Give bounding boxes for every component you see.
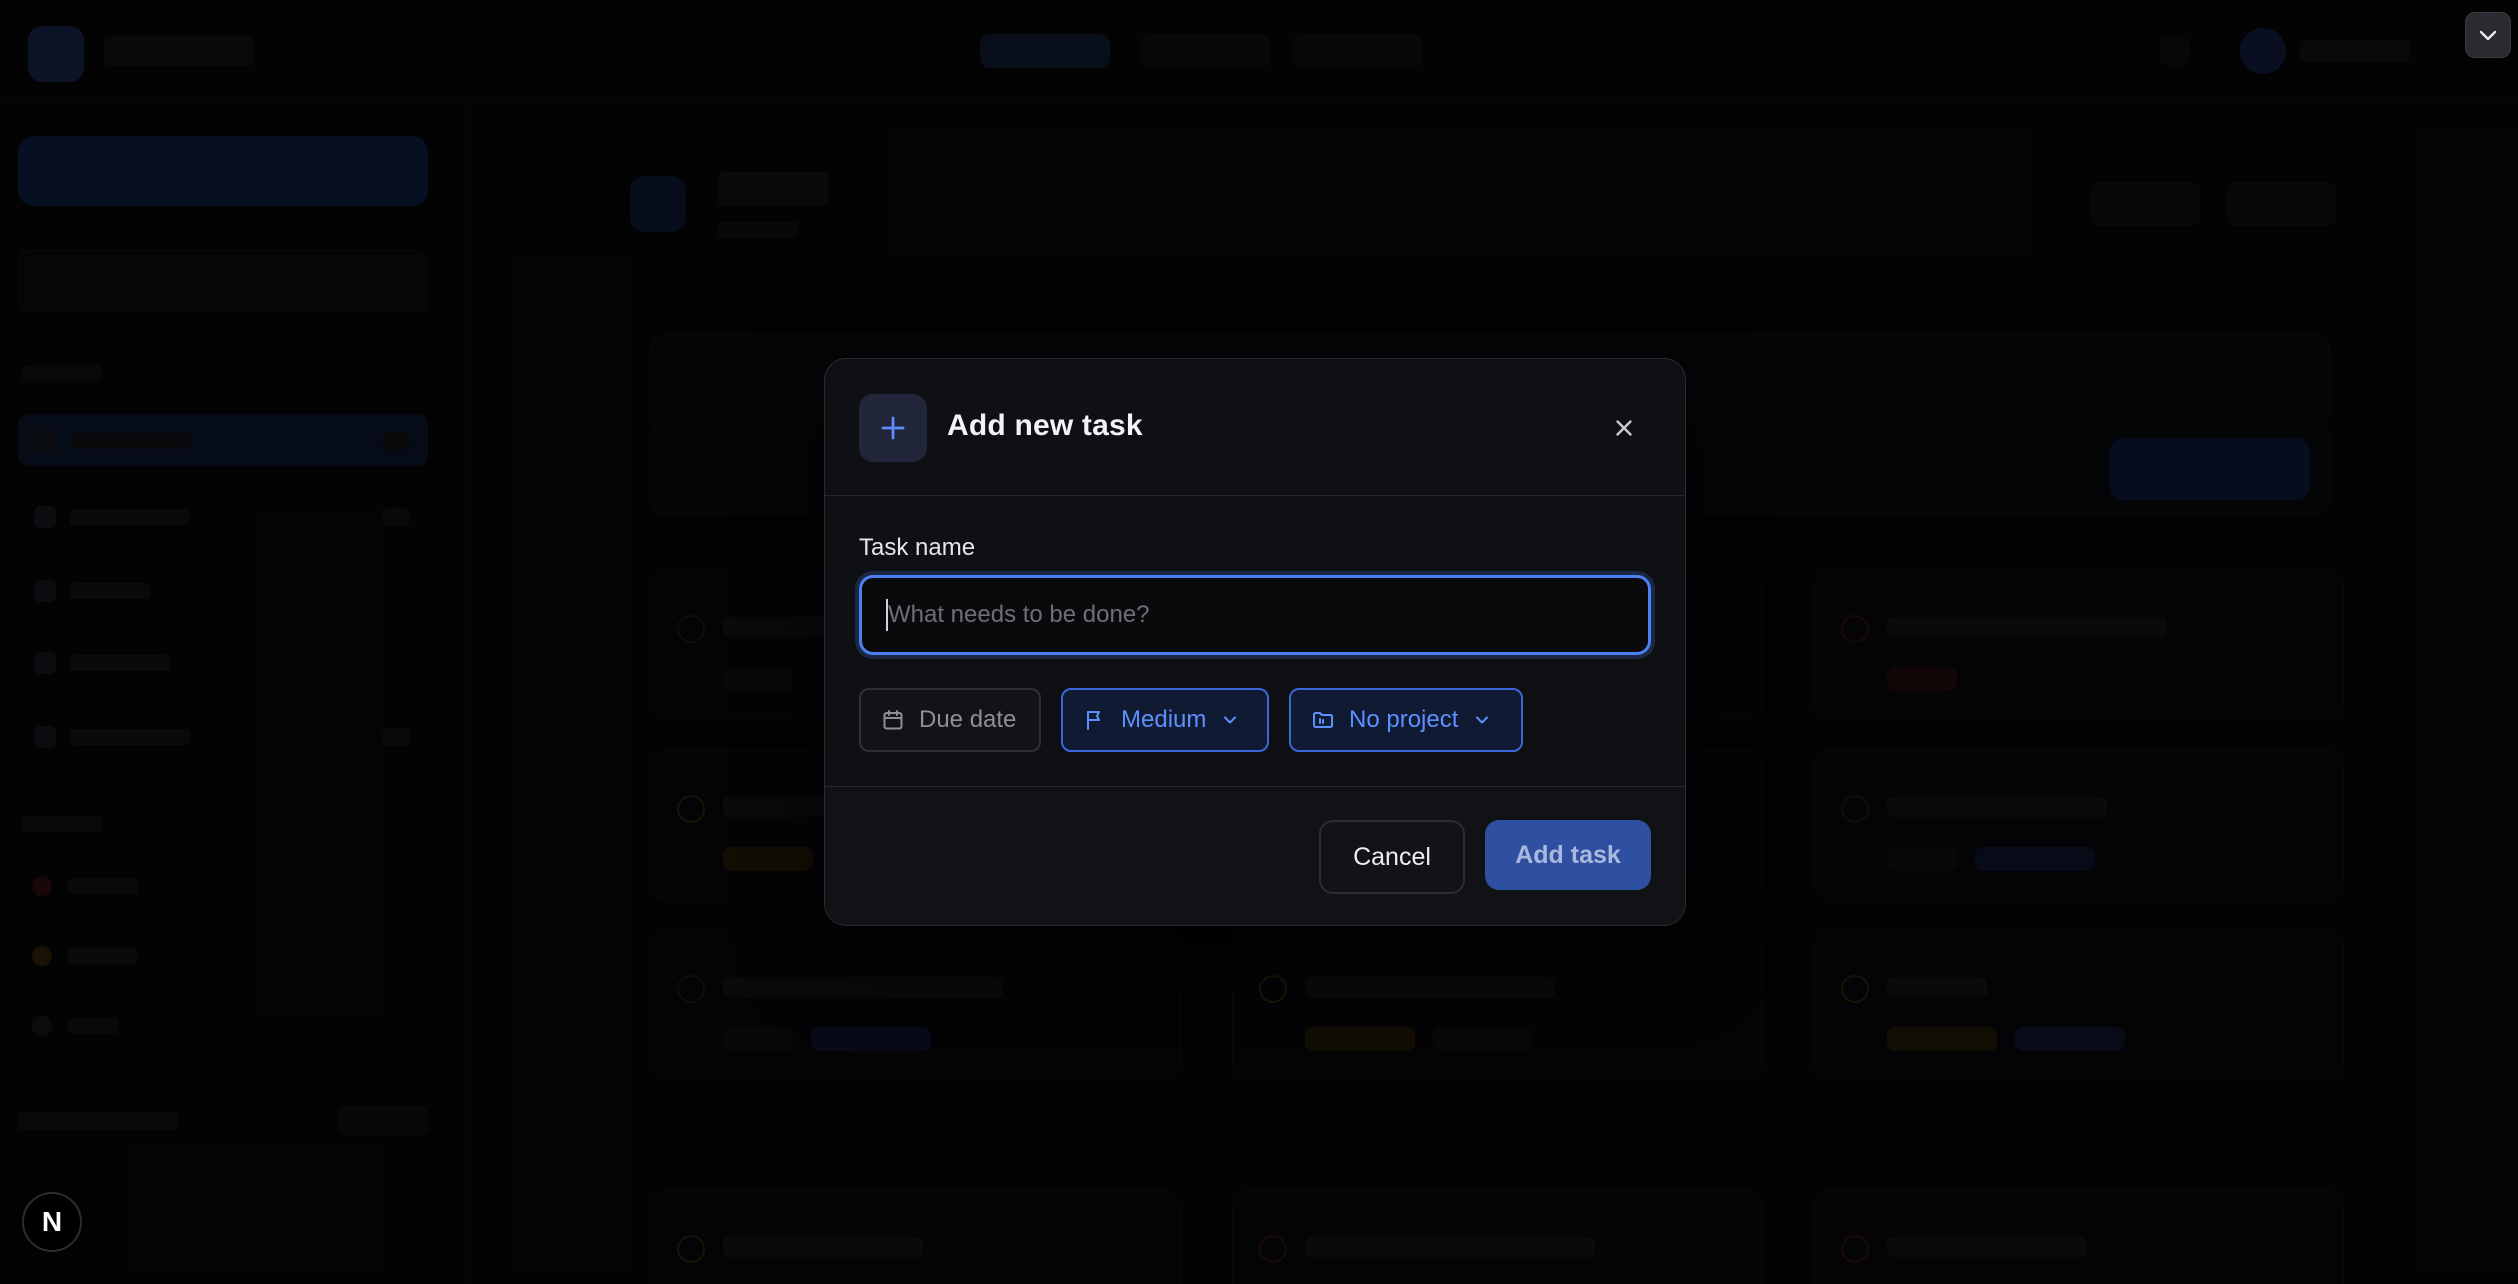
folder-icon xyxy=(1313,712,1333,728)
priority-select[interactable]: Medium xyxy=(1061,688,1269,752)
framework-badge[interactable]: N xyxy=(22,1192,82,1252)
add-task-dialog: Add new task Task name Due date Medium N… xyxy=(824,358,1686,926)
project-select[interactable]: No project xyxy=(1289,688,1523,752)
text-caret xyxy=(886,599,888,631)
task-name-input[interactable] xyxy=(859,575,1651,655)
chevron-down-icon[interactable] xyxy=(2465,12,2511,58)
dialog-title: Add new task xyxy=(947,409,1143,442)
flag-icon xyxy=(1087,711,1100,730)
add-task-button[interactable]: Add task xyxy=(1485,820,1651,890)
due-date-button[interactable]: Due date xyxy=(859,688,1041,752)
task-name-label: Task name xyxy=(859,534,976,561)
close-icon xyxy=(1616,420,1632,436)
chevron-down-icon xyxy=(1224,716,1237,724)
priority-value: Medium xyxy=(1121,706,1207,733)
chevron-down-icon xyxy=(1476,716,1489,724)
calendar-icon xyxy=(883,710,903,730)
close-button[interactable] xyxy=(1603,407,1645,449)
dialog-footer: Cancel Add task xyxy=(825,786,1685,925)
cancel-button[interactable]: Cancel xyxy=(1319,820,1465,894)
due-date-label: Due date xyxy=(919,706,1017,733)
project-value: No project xyxy=(1349,706,1459,733)
dialog-header: Add new task xyxy=(825,359,1685,496)
plus-icon xyxy=(859,394,927,462)
